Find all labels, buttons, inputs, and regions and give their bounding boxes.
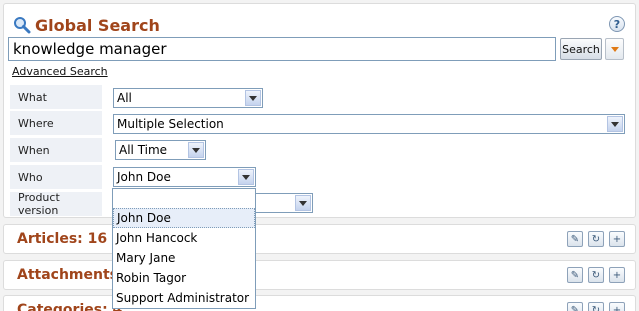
advanced-search-link[interactable]: Advanced Search (12, 65, 108, 78)
dropdown-option[interactable]: Robin Tagor (113, 268, 255, 288)
panel-header: Global Search (13, 14, 160, 36)
dropdown-option[interactable]: Support Administrator (113, 288, 255, 308)
refresh-icon[interactable]: ↻ (588, 267, 604, 283)
add-icon[interactable]: + (609, 302, 625, 311)
where-select-value: Multiple Selection (117, 117, 224, 131)
chevron-down-icon (607, 116, 623, 132)
section-title[interactable]: Categories: 4 (17, 302, 122, 311)
dropdown-option[interactable]: Mary Jane (113, 248, 255, 268)
search-button[interactable]: Search (560, 38, 602, 60)
search-input[interactable]: knowledge manager (8, 37, 556, 61)
edit-icon[interactable]: ✎ (567, 231, 583, 247)
chevron-down-icon (188, 142, 204, 158)
refresh-icon[interactable]: ↻ (588, 231, 604, 247)
magnifier-icon (14, 17, 31, 34)
filter-label-what: What (10, 85, 102, 109)
section-title[interactable]: Articles: 16 (17, 231, 107, 247)
chevron-down-icon (295, 195, 311, 211)
help-icon[interactable]: ? (609, 16, 625, 32)
what-select-value: All (117, 91, 132, 105)
dropdown-option[interactable]: John Hancock (113, 228, 255, 248)
add-icon[interactable]: + (609, 267, 625, 283)
attachments-section: Attachments: ✎ ↻ + (3, 260, 636, 290)
filter-label-where: Where (10, 111, 102, 135)
when-select-value: All Time (119, 143, 168, 157)
edit-icon[interactable]: ✎ (567, 302, 583, 311)
filter-label-who: Who (10, 165, 102, 189)
chevron-down-icon (610, 46, 619, 52)
page-title: Global Search (35, 15, 160, 35)
chevron-down-icon (238, 169, 254, 185)
who-dropdown-list: John Doe John Hancock Mary Jane Robin Ta… (112, 188, 256, 309)
filter-label-when: When (10, 138, 102, 162)
where-select[interactable]: Multiple Selection (113, 114, 625, 134)
what-select[interactable]: All (113, 88, 263, 108)
chevron-down-icon (245, 90, 261, 106)
articles-section: Articles: 16 ✎ ↻ + (3, 224, 636, 254)
add-icon[interactable]: + (609, 231, 625, 247)
edit-icon[interactable]: ✎ (567, 267, 583, 283)
dropdown-option[interactable]: John Doe (113, 208, 255, 228)
categories-section: Categories: 4 ✎ ↻ + (3, 295, 636, 311)
refresh-icon[interactable]: ↻ (588, 302, 604, 311)
section-title[interactable]: Attachments: (17, 267, 124, 283)
who-select-value: John Doe (117, 170, 171, 184)
filter-label-product-version: Product version (10, 191, 102, 217)
when-select[interactable]: All Time (115, 140, 206, 160)
who-select[interactable]: John Doe (113, 167, 256, 187)
search-options-button[interactable] (605, 38, 624, 60)
